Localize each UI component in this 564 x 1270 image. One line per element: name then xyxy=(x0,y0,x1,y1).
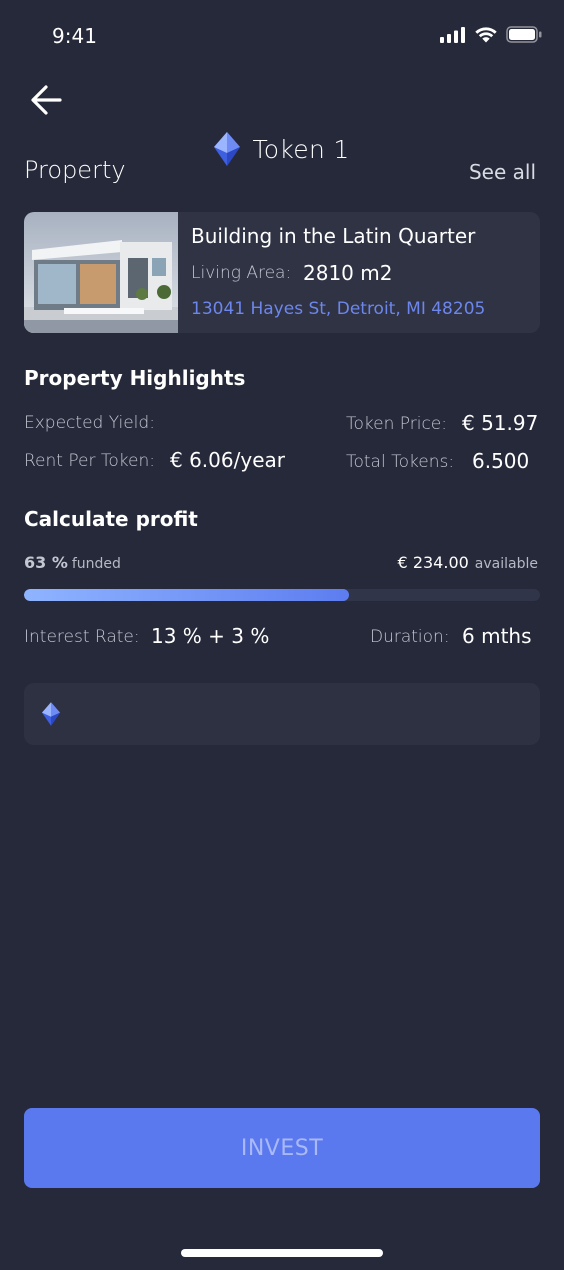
back-button[interactable] xyxy=(28,80,68,120)
token-price-label: Token Price: xyxy=(346,414,447,434)
property-image xyxy=(24,212,178,333)
status-time: 9:41 xyxy=(52,24,97,48)
property-section-title: Property xyxy=(24,156,126,184)
token-title: Token 1 xyxy=(252,134,350,164)
token-amount-input[interactable] xyxy=(24,683,540,745)
interest-rate-value: 13 % + 3 % xyxy=(151,624,270,648)
wifi-icon xyxy=(475,27,497,43)
ethereum-diamond-icon xyxy=(214,132,241,166)
property-title: Building in the Latin Quarter xyxy=(191,224,476,248)
funded-percent: 63 % xyxy=(24,553,68,572)
signal-icon xyxy=(440,26,465,43)
property-address-link[interactable]: 13041 Hayes St, Detroit, MI 48205 xyxy=(191,299,485,319)
funding-progress-bar xyxy=(24,589,540,601)
home-indicator xyxy=(181,1249,383,1257)
invest-button[interactable]: INVEST xyxy=(24,1108,540,1188)
highlights-title: Property Highlights xyxy=(24,366,246,390)
arrow-left-icon xyxy=(31,85,62,115)
expected-yield-label: Expected Yield: xyxy=(24,413,155,433)
available-amount: € 234.00 xyxy=(397,553,469,572)
available-label: available xyxy=(474,556,538,572)
living-area-label: Living Area: xyxy=(191,263,292,283)
see-all-link[interactable]: See all xyxy=(469,160,536,184)
property-card[interactable]: Building in the Latin Quarter Living Are… xyxy=(24,212,540,333)
rent-per-token-label: Rent Per Token: xyxy=(24,451,155,471)
token-price-value: € 51.97 xyxy=(462,411,539,435)
battery-icon xyxy=(506,26,542,43)
total-tokens-label: Total Tokens: xyxy=(346,452,455,472)
available-stat: € 234.00 available xyxy=(398,553,538,572)
total-tokens-value: 6.500 xyxy=(472,449,530,473)
rent-per-token-value: € 6.06/year xyxy=(170,448,285,472)
interest-rate-label: Interest Rate: xyxy=(24,627,140,647)
funded-stat: 63 % funded xyxy=(24,553,121,572)
living-area-value: 2810 m2 xyxy=(303,261,393,285)
status-icons xyxy=(440,26,542,43)
funded-label: funded xyxy=(71,556,121,572)
ethereum-diamond-icon xyxy=(42,702,60,726)
duration-label: Duration: xyxy=(370,627,450,647)
calculate-profit-title: Calculate profit xyxy=(24,507,198,531)
funding-progress-fill xyxy=(24,589,350,601)
duration-value: 6 mths xyxy=(462,624,532,648)
